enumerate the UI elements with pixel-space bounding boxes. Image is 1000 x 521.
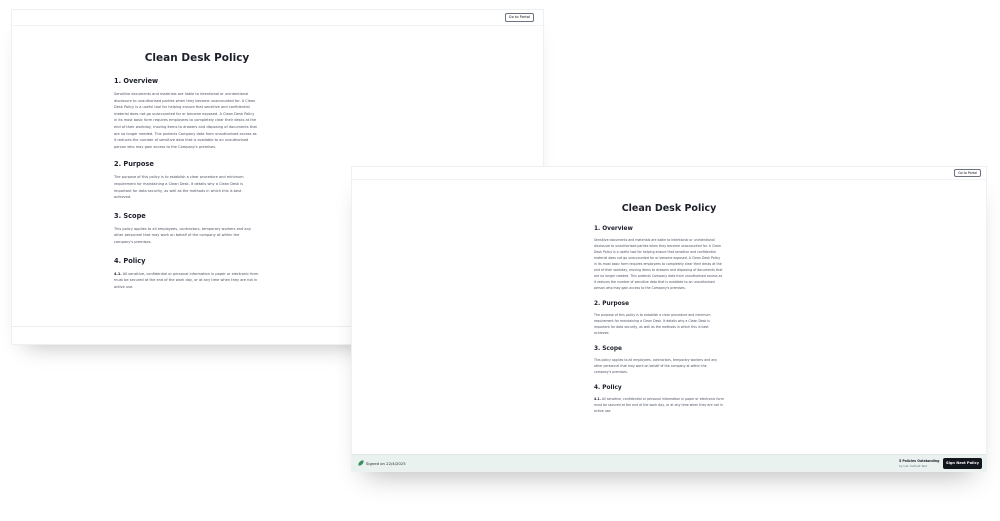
page-title: Clean Desk Policy: [621, 203, 717, 214]
policy-item-number: 4.1.: [114, 271, 122, 276]
section-body-purpose: The purpose of this policy is to establi…: [114, 175, 244, 200]
policy-document: Clean Desk Policy 1. Overview Sensitive …: [594, 203, 744, 414]
section-body-scope: This policy applies to all employees, co…: [114, 226, 251, 244]
section-body-policy: 4.1. All sensitive, confidential or pers…: [114, 271, 259, 289]
policy-document: Clean Desk Policy 1. Overview Sensitive …: [114, 52, 280, 290]
section-heading-overview: 1. Overview: [114, 77, 159, 85]
go-to-portal-button[interactable]: Go to Portal: [504, 13, 534, 22]
go-to-portal-button[interactable]: Go to Portal: [954, 169, 981, 177]
section-heading-scope: 3. Scope: [114, 211, 146, 220]
section-body-scope: This policy applies to all employees, co…: [594, 358, 718, 374]
signed-footer: Signed on 22/4/2025 5 Policies Outstandi…: [352, 454, 986, 471]
section-heading-policy: 4. Policy: [114, 256, 146, 265]
page-title: Clean Desk Policy: [144, 52, 250, 64]
outstanding-count: 5 Policies Outstanding: [899, 459, 940, 463]
section-body-purpose: The purpose of this policy is to establi…: [594, 313, 711, 335]
window-top-bar: Go to Portal: [352, 167, 986, 180]
section-heading-purpose: 2. Purpose: [114, 160, 154, 169]
section-body-overview: Sensitive documents and materials are li…: [114, 92, 257, 149]
signed-date-label: Signed on 22/4/2025: [366, 461, 406, 466]
sign-next-policy-button[interactable]: Sign Next Policy: [943, 458, 982, 469]
section-heading-purpose: 2. Purpose: [594, 301, 630, 307]
section-body-policy: 4.1. All sensitive, confidential or pers…: [594, 397, 724, 413]
outstanding-subtitle: by Inst. Default Test: [899, 464, 927, 468]
window-top-bar: Go to Portal: [12, 10, 543, 26]
policy-item-number: 4.1.: [594, 397, 601, 401]
leaf-icon: [358, 460, 364, 468]
outstanding-policies: 5 Policies Outstanding by Inst. Default …: [899, 459, 939, 468]
policy-window-signed: Go to Portal Clean Desk Policy 1. Overvi…: [351, 166, 987, 472]
section-heading-policy: 4. Policy: [594, 385, 622, 391]
section-heading-overview: 1. Overview: [594, 226, 633, 232]
section-body-overview: Sensitive documents and materials are li…: [594, 238, 723, 290]
section-heading-scope: 3. Scope: [594, 346, 622, 352]
